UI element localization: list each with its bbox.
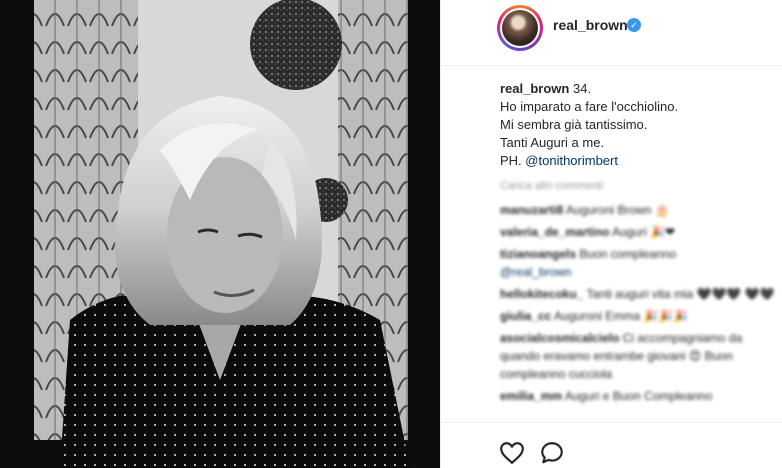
comment-text: Tanti auguri vita mia 🖤🖤🖤 🖤🖤 <box>586 287 775 301</box>
post-photo[interactable] <box>0 0 440 468</box>
comment-text: Auguri e Buon Compleanno <box>564 389 713 403</box>
comment-username[interactable]: asocialcosmicalcielo <box>500 331 619 345</box>
photo-image <box>0 0 440 468</box>
comment-item: valeria_de_martino Auguri 🎉❤ <box>500 223 780 241</box>
caption-mention-link[interactable]: @tonithorimbert <box>525 153 618 168</box>
caption-line: Mi sembra già tantissimo. <box>500 117 648 132</box>
load-more-comments-link[interactable]: Carica altri commenti <box>500 180 603 192</box>
comment-item: emilia_mm Auguri e Buon Compleanno <box>500 387 780 405</box>
post-username[interactable]: real_brown <box>553 17 628 33</box>
post-caption: real_brown 34. Ho imparato a fare l'occh… <box>500 80 770 170</box>
comment-mention-link[interactable]: @real_brown <box>500 265 572 279</box>
comment-text: Auguri 🎉❤ <box>612 225 676 239</box>
post-panel: real_brown ✓ real_brown 34. Ho imparato … <box>440 0 782 468</box>
caption-username[interactable]: real_brown <box>500 81 569 96</box>
caption-line: Ho imparato a fare l'occhiolino. <box>500 99 679 114</box>
comment-username[interactable]: manuzarti8 <box>500 203 563 217</box>
verified-icon: ✓ <box>627 18 641 32</box>
comment-item: giulia_cc Auguroni Emma 🎉🎉🎉 <box>500 307 780 325</box>
caption-first-line: 34. <box>572 81 592 96</box>
caption-credit-prefix: PH. <box>500 153 522 168</box>
comment-username[interactable]: tizianoangels <box>500 247 576 261</box>
comment-item: asocialcosmicalcielo Ci accompagniamo da… <box>500 329 780 383</box>
comment-text: Auguroni Emma 🎉🎉🎉 <box>554 309 689 323</box>
comments-list: manuzarti8 Auguroni Brown 🎂 valeria_de_m… <box>500 201 780 409</box>
avatar[interactable] <box>497 5 543 51</box>
comment-text: Auguroni Brown 🎂 <box>566 203 670 217</box>
comment-icon[interactable] <box>539 440 565 466</box>
comment-username[interactable]: giulia_cc <box>500 309 551 323</box>
post-actions-bar <box>441 422 782 468</box>
caption-line: Tanti Auguri a me. <box>500 135 605 150</box>
comment-username[interactable]: valeria_de_martino <box>500 225 609 239</box>
post-header: real_brown ✓ <box>441 0 782 66</box>
comment-item: tizianoangels Buon compleanno @real_brow… <box>500 245 780 281</box>
comment-item: manuzarti8 Auguroni Brown 🎂 <box>500 201 780 219</box>
comment-item: hellokitecoku_ Tanti auguri vita mia 🖤🖤🖤… <box>500 285 780 303</box>
heart-icon[interactable] <box>499 440 525 466</box>
comment-username[interactable]: emilia_mm <box>500 389 562 403</box>
comment-username[interactable]: hellokitecoku_ <box>500 287 583 301</box>
comment-text: Buon compleanno <box>579 247 677 261</box>
